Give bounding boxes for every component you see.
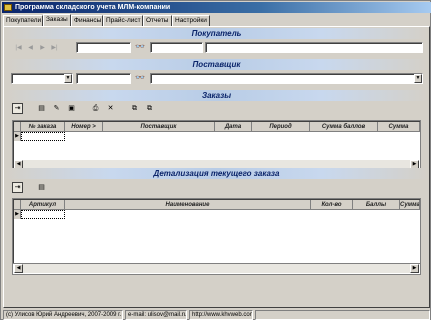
grid-corner [14,200,21,210]
binoculars-icon[interactable]: 👓 [134,42,146,52]
window-title: Программа складского учета МЛМ-компании [15,4,171,11]
column-header-supplier[interactable]: Поставщик [103,122,215,132]
status-copyright: (c) Улисов Юрий Андреевич, 2007-2009 г. [3,310,123,320]
new-document-icon[interactable]: ✎ [51,103,62,114]
section-header-buyer: Покупатель [5,28,428,39]
paste-icon[interactable]: ⧉ [144,103,155,114]
tab-price-list[interactable]: Прайс-лист [103,15,143,26]
section-header-detail: Детализация текущего заказа [5,168,428,179]
printer-icon[interactable]: ⎙ [90,103,101,114]
copy-icon[interactable]: ⧉ [129,103,140,114]
column-header-date[interactable]: Дата [215,122,252,132]
column-header-quantity[interactable]: Кол-во [311,200,353,210]
supplier-combo[interactable]: ▼ [11,73,73,84]
tab-buyers[interactable]: Покупатели [3,15,43,26]
chevron-down-icon[interactable]: ▼ [414,74,422,83]
row-indicator: ▶ [14,210,21,219]
column-header-number[interactable]: Номер > [65,122,103,132]
chevron-down-icon[interactable]: ▼ [64,74,72,83]
tab-orders[interactable]: Заказы [43,14,71,26]
column-header-order-no[interactable]: № заказа [21,122,65,132]
column-header-period[interactable]: Период [252,122,310,132]
detail-grid[interactable]: Артикул Наименование Кол-во Баллы Сумма … [12,198,421,264]
supplier-code-input[interactable] [76,73,131,84]
column-header-article[interactable]: Артикул [21,200,65,210]
tab-finance[interactable]: Финансы [71,15,103,26]
column-header-points-sum[interactable]: Сумма б [400,200,420,210]
app-icon [4,4,12,11]
status-bar: (c) Улисов Юрий Андреевич, 2007-2009 г. … [3,310,430,320]
nav-first-button[interactable]: |◀ [14,43,23,53]
scroll-right-icon[interactable]: ▶ [410,264,419,273]
column-header-sum[interactable]: Сумма [378,122,420,132]
table-row[interactable] [21,210,65,219]
column-header-name[interactable]: Наименование [65,200,311,210]
tab-strip: Покупатели Заказы Финансы Прайс-лист Отч… [3,14,430,26]
nav-prior-button[interactable]: ◀ [26,43,35,53]
excel-icon[interactable]: ✕ [105,103,116,114]
buyer-name-input[interactable] [205,42,423,53]
status-email: e-mail: ulisov@mail.ru [125,310,187,320]
section-header-supplier: Поставщик [5,59,428,70]
tab-settings[interactable]: Настройки [172,15,210,26]
orders-panel: Покупатель |◀ ◀ ▶ ▶| 👓 Поставщик ▼ 👓 ▼ З… [3,26,430,308]
table-row[interactable] [21,132,65,141]
row-indicator: ▶ [14,132,21,141]
nav-last-button[interactable]: ▶| [50,43,59,53]
status-extra [255,310,430,320]
binoculars-icon[interactable]: 👓 [134,73,146,83]
delete-bin-icon[interactable]: ▣ [66,103,77,114]
title-bar[interactable]: Программа складского учета МЛМ-компании [2,2,431,13]
detail-grid-scroll-area: ◀ ▶ [12,264,421,275]
buyer-code-input[interactable] [76,42,131,53]
horizontal-scrollbar[interactable]: ◀ ▶ [14,264,419,273]
status-site: http://www.khvweb.com [189,310,253,320]
buyer-id-input[interactable] [150,42,203,53]
exit-door-icon[interactable]: ⇥ [12,103,23,114]
grid-corner [14,122,21,132]
column-header-points[interactable]: Баллы [353,200,400,210]
nav-next-button[interactable]: ▶ [38,43,47,53]
supplier-name-combo[interactable]: ▼ [150,73,423,84]
section-header-orders: Заказы [5,90,428,101]
exit-door-icon[interactable]: ⇥ [12,182,23,193]
tab-reports[interactable]: Отчеты [143,15,172,26]
column-header-points-sum[interactable]: Сумма баллов [310,122,378,132]
app-window: Программа складского учета МЛМ-компании … [0,0,431,320]
edit-document-icon[interactable]: ▤ [36,182,47,193]
orders-grid[interactable]: № заказа Номер > Поставщик Дата Период С… [12,120,421,170]
edit-document-icon[interactable]: ▤ [36,103,47,114]
scroll-left-icon[interactable]: ◀ [14,264,23,273]
